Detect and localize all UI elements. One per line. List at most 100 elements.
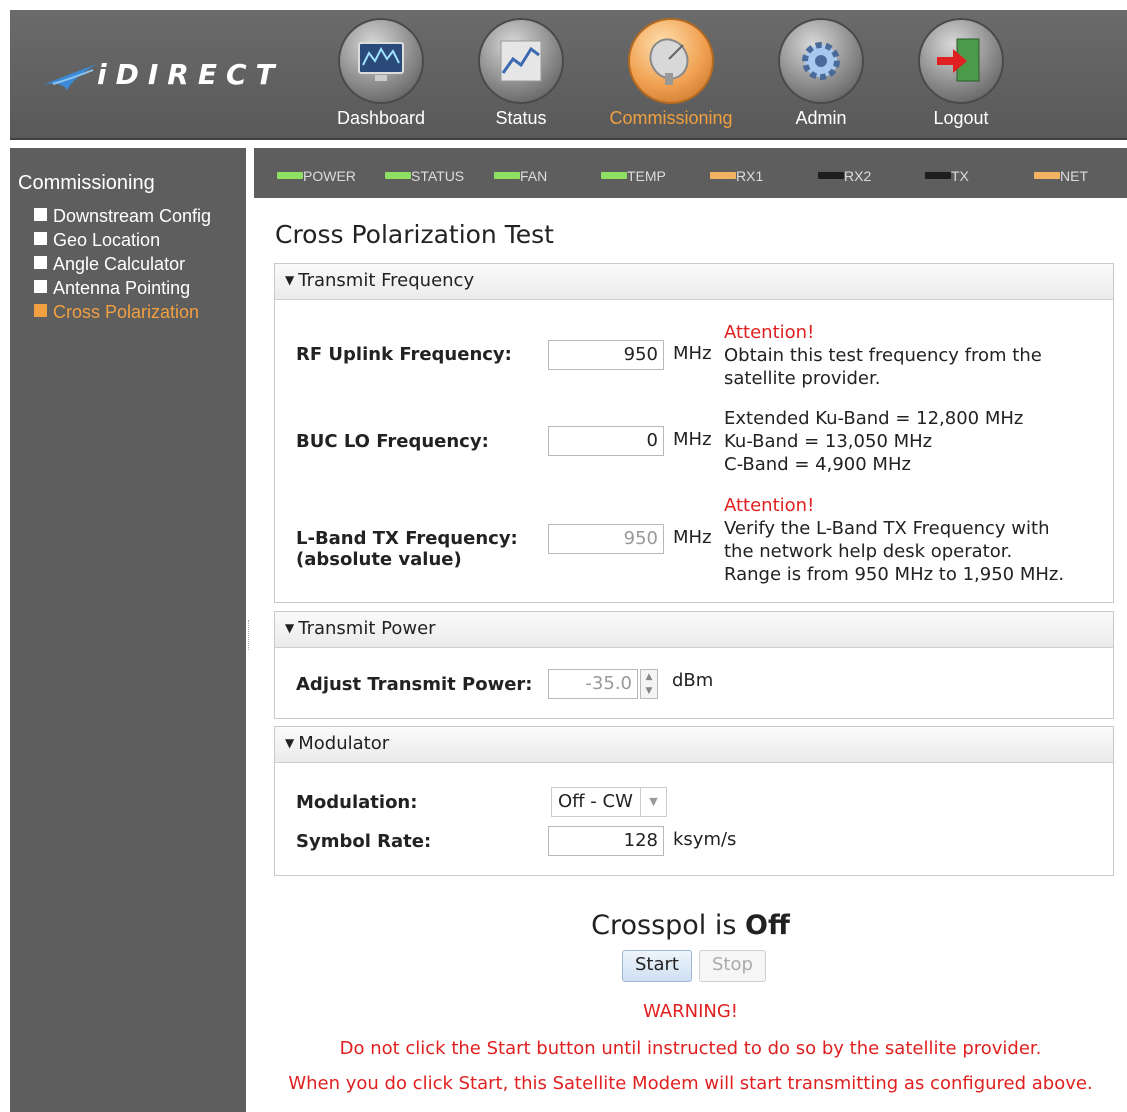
led-temp: TEMP <box>601 168 666 184</box>
nav-dashboard[interactable]: Dashboard <box>316 18 446 129</box>
lband-tx-frequency-input: 950 <box>548 524 664 554</box>
led-indicator-icon <box>601 172 627 179</box>
sidebar-menu: Downstream Config Geo Location Angle Cal… <box>34 204 244 324</box>
crosspol-status-value: Off <box>745 910 790 941</box>
note-line: satellite provider. <box>724 368 881 389</box>
lband-tx-attention: Attention! <box>724 495 815 516</box>
symbol-rate-label: Symbol Rate: <box>296 831 432 852</box>
modulation-select[interactable]: Off - CW ▼ <box>551 787 667 817</box>
stop-button: Stop <box>699 950 766 982</box>
bullet-square-icon <box>34 280 47 293</box>
transmit-frequency-panel: ▼ Transmit Frequency RF Uplink Frequency:… <box>274 263 1114 603</box>
collapse-triangle-icon: ▼ <box>285 621 295 635</box>
transmit-power-panel: ▼ Transmit Power Adjust Transmit Power: -… <box>274 611 1114 719</box>
sidebar: Commissioning Downstream Config Geo Loca… <box>10 148 246 1112</box>
note-line: Ku-Band = 13,050 MHz <box>724 431 933 452</box>
warning-line-1: Do not click the Start button until inst… <box>339 1038 1042 1059</box>
buc-lo-unit: MHz <box>673 429 712 450</box>
rf-uplink-attention: Attention! <box>724 322 815 343</box>
collapse-triangle-icon: ▼ <box>285 273 295 287</box>
warning-line-2: When you do click Start, this Satellite … <box>288 1073 1093 1094</box>
spinner-down-arrow-icon[interactable]: ▼ <box>641 684 657 698</box>
rf-uplink-note: Attention! Obtain this test frequency fr… <box>724 321 1042 390</box>
led-rx1: RX1 <box>710 168 763 184</box>
lband-tx-label-line1: L-Band TX Frequency: <box>296 528 518 549</box>
buc-lo-label: BUC LO Frequency: <box>296 431 489 452</box>
modulator-header[interactable]: ▼ Modulator <box>275 727 1113 763</box>
led-indicator-icon <box>925 172 951 179</box>
led-indicator-icon <box>1034 172 1060 179</box>
lband-tx-note: Attention! Verify the L-Band TX Frequenc… <box>724 494 1064 586</box>
led-indicator-icon <box>710 172 736 179</box>
transmit-power-spinner[interactable]: ▲ ▼ <box>640 669 658 699</box>
sidebar-item-angle-calculator[interactable]: Angle Calculator <box>34 252 244 276</box>
collapse-triangle-icon: ▼ <box>285 736 295 750</box>
sidebar-item-label: Downstream Config <box>53 206 212 226</box>
note-line: C-Band = 4,900 MHz <box>724 454 911 475</box>
sidebar-item-geo-location[interactable]: Geo Location <box>34 228 244 252</box>
splitter-grip-icon[interactable] <box>248 620 250 650</box>
bullet-square-icon <box>34 304 47 317</box>
nav-status[interactable]: Status <box>456 18 586 129</box>
sidebar-item-antenna-pointing[interactable]: Antenna Pointing <box>34 276 244 300</box>
spinner-up-arrow-icon[interactable]: ▲ <box>641 670 657 684</box>
transmit-power-input[interactable]: -35.0 <box>548 669 638 699</box>
led-status: STATUS <box>385 168 464 184</box>
panel-header-label: Transmit Frequency <box>298 270 475 291</box>
bullet-square-icon <box>34 232 47 245</box>
idirect-logo[interactable]: iDIRECT <box>45 56 285 96</box>
led-indicator-icon <box>494 172 520 179</box>
note-line: Range is from 950 MHz to 1,950 MHz. <box>724 564 1065 585</box>
note-line: Obtain this test frequency from the <box>724 345 1042 366</box>
led-status-bar: POWER STATUS FAN TEMP RX1 RX2 TX NET <box>254 148 1127 198</box>
nav-logout[interactable]: Logout <box>896 18 1026 129</box>
transmit-frequency-header[interactable]: ▼ Transmit Frequency <box>275 264 1113 300</box>
sidebar-item-label: Angle Calculator <box>53 254 186 274</box>
led-power: POWER <box>277 168 356 184</box>
note-line: the network help desk operator. <box>724 541 1013 562</box>
modulator-panel: ▼ Modulator Modulation: Off - CW ▼ Symbol… <box>274 726 1114 876</box>
nav-commissioning[interactable]: Commissioning <box>606 18 736 129</box>
nav-admin[interactable]: Admin <box>756 18 886 129</box>
sidebar-item-label: Cross Polarization <box>53 302 200 322</box>
transmit-power-label: Adjust Transmit Power: <box>296 674 533 695</box>
lband-tx-label-line2: (absolute value) <box>296 549 462 570</box>
frame-edge-top <box>0 0 1127 10</box>
top-header: iDIRECT Dashboard Status Commissioning A… <box>10 10 1127 140</box>
note-line: Verify the L-Band TX Frequency with <box>724 518 1050 539</box>
buc-lo-note: Extended Ku-Band = 12,800 MHz Ku-Band = … <box>724 407 1023 476</box>
sidebar-item-cross-polarization[interactable]: Cross Polarization <box>34 300 244 324</box>
led-indicator-icon <box>818 172 844 179</box>
main-content: Cross Polarization Test ▼ Transmit Freque… <box>254 198 1127 1112</box>
dashboard-icon <box>338 18 424 104</box>
dropdown-caret-icon[interactable]: ▼ <box>640 788 666 816</box>
led-indicator-icon <box>385 172 411 179</box>
sidebar-item-downstream-config[interactable]: Downstream Config <box>34 204 244 228</box>
rf-uplink-label: RF Uplink Frequency: <box>296 344 512 365</box>
nav-admin-label: Admin <box>795 108 847 128</box>
panel-header-label: Transmit Power <box>298 618 436 639</box>
nav-commissioning-label: Commissioning <box>609 108 733 128</box>
lband-tx-unit: MHz <box>673 527 712 548</box>
nav-status-label: Status <box>495 108 547 128</box>
led-rx2: RX2 <box>818 168 871 184</box>
bullet-square-icon <box>34 208 47 221</box>
transmit-power-header[interactable]: ▼ Transmit Power <box>275 612 1113 648</box>
status-graph-icon <box>478 18 564 104</box>
rf-uplink-frequency-input[interactable]: 950 <box>548 340 664 370</box>
led-net: NET <box>1034 168 1088 184</box>
symbol-rate-input[interactable]: 128 <box>548 826 664 856</box>
satellite-dish-icon <box>628 18 714 104</box>
bullet-square-icon <box>34 256 47 269</box>
start-button[interactable]: Start <box>622 950 692 982</box>
crosspol-status: Crosspol is Off <box>254 910 1127 941</box>
buc-lo-frequency-input[interactable]: 0 <box>548 426 664 456</box>
lband-tx-label: L-Band TX Frequency: (absolute value) <box>296 528 518 570</box>
transmit-power-unit: dBm <box>672 670 714 691</box>
logo-swoosh-icon <box>45 64 97 90</box>
symbol-rate-unit: ksym/s <box>673 829 737 850</box>
nav-logout-label: Logout <box>933 108 989 128</box>
frame-edge-left <box>0 0 10 1112</box>
crosspol-status-prefix: Crosspol is <box>591 910 737 941</box>
page-title: Cross Polarization Test <box>275 220 554 249</box>
